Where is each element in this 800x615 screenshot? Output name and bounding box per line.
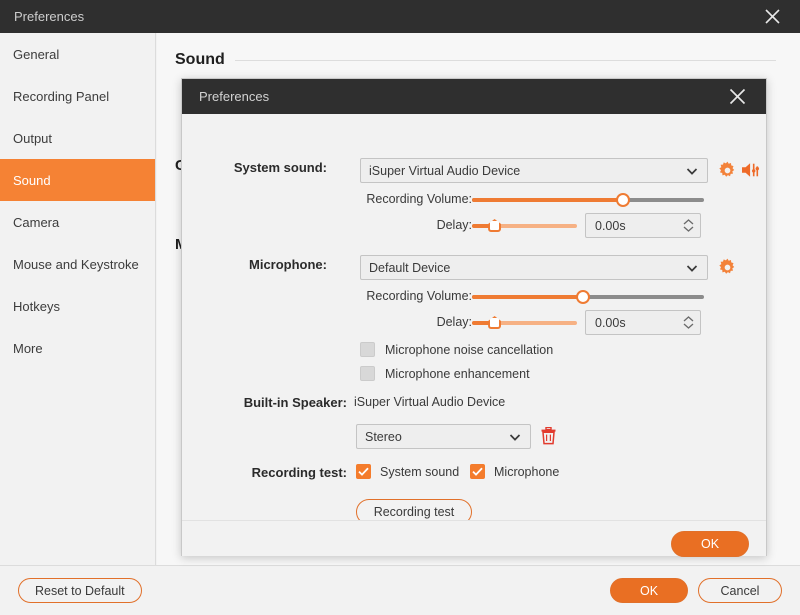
option-label: Microphone enhancement [385,366,530,381]
speaker-channel-select[interactable]: Stereo [356,424,531,449]
sidebar-item-sound[interactable]: Sound [0,159,155,201]
microphone-label: Microphone: [249,257,327,272]
window-footer: Reset to Default OK Cancel [0,565,800,615]
system-sound-delay-input[interactable]: 0.00s [585,213,701,238]
sidebar-item-label: Sound [13,172,51,188]
microphone-delay-value: 0.00s [595,315,626,330]
cancel-button[interactable]: Cancel [698,578,782,603]
sidebar-item-recording-panel[interactable]: Recording Panel [0,75,155,117]
checkbox-icon[interactable] [356,464,371,479]
chevron-down-icon [509,433,521,441]
check-icon [358,467,369,476]
close-icon [729,88,745,105]
checkbox-icon[interactable] [360,366,375,381]
sidebar-item-label: More [13,340,43,356]
microphone-device-select[interactable]: Default Device [360,255,708,280]
preferences-window: Preferences General Recording Panel Outp… [0,0,800,615]
slider-thumb[interactable] [576,290,591,304]
sidebar-item-mouse-and-keystroke[interactable]: Mouse and Keystroke [0,243,155,285]
slider-thumb[interactable] [615,193,630,207]
option-label: Microphone [494,464,560,479]
slider-fill [472,295,584,299]
microphone-settings-button[interactable] [716,256,738,278]
section-heading-sound: Sound [175,51,776,69]
chevron-down-icon [686,167,698,175]
microphone-delay-input[interactable]: 0.00s [585,310,701,335]
dialog-title-bar: Preferences [182,79,766,114]
microphone-delay-label: Delay: [436,315,472,329]
microphone-volume-slider[interactable] [472,290,704,304]
microphone-enhancement-option[interactable]: Microphone enhancement [360,366,530,381]
slider-thumb[interactable] [488,316,502,329]
sound-preferences-dialog: Preferences System sound: iSuper Virtual… [181,78,767,557]
checkbox-icon[interactable] [470,464,485,479]
sidebar-item-label: General [13,46,60,62]
builtin-speaker-label: Built-in Speaker: [243,395,347,410]
system-sound-delay-value: 0.00s [595,218,626,233]
system-sound-device-value: iSuper Virtual Audio Device [369,163,521,178]
dialog-ok-button[interactable]: OK [671,531,749,557]
gear-icon [718,258,734,274]
delete-speaker-button[interactable] [538,425,558,447]
system-sound-device-select[interactable]: iSuper Virtual Audio Device [360,158,708,183]
sidebar-item-label: Output [13,130,53,146]
sidebar: General Recording Panel Output Sound Cam… [0,33,156,565]
builtin-speaker-device-value: iSuper Virtual Audio Device [354,395,506,409]
sidebar-item-camera[interactable]: Camera [0,201,155,243]
system-sound-volume-slider[interactable] [472,193,704,207]
sidebar-item-general[interactable]: General [0,33,155,75]
microphone-noise-cancellation-option[interactable]: Microphone noise cancellation [360,342,553,357]
sidebar-item-label: Recording Panel [13,88,110,104]
system-sound-volume-button[interactable] [740,159,762,181]
system-sound-delay-slider[interactable] [472,219,577,233]
window-title-bar: Preferences [0,0,800,33]
system-sound-settings-button[interactable] [716,159,738,181]
gear-icon [718,161,734,177]
trash-icon [541,427,555,445]
sidebar-item-label: Hotkeys [13,298,60,314]
dialog-body: System sound: iSuper Virtual Audio Devic… [182,114,766,525]
check-icon [472,467,483,476]
checkbox-icon[interactable] [360,342,375,357]
microphone-delay-slider[interactable] [472,316,577,330]
slider-fill [472,198,623,202]
sidebar-item-label: Camera [13,214,60,230]
system-sound-volume-label: Recording Volume: [366,192,472,206]
recording-test-label: Recording test: [251,465,347,480]
recording-test-microphone-option[interactable]: Microphone [470,464,559,479]
dialog-close-button[interactable] [718,79,756,114]
window-title: Preferences [14,9,85,24]
reset-to-default-button[interactable]: Reset to Default [18,578,142,603]
system-sound-label: System sound: [233,160,327,175]
speaker-channel-value: Stereo [365,429,402,444]
ok-button[interactable]: OK [610,578,688,603]
dialog-footer: OK [182,520,766,557]
sidebar-item-more[interactable]: More [0,327,155,369]
option-label: System sound [380,464,460,479]
system-sound-delay-label: Delay: [436,218,472,232]
speaker-volume-icon [742,163,760,177]
section-title: Sound [175,51,225,68]
sidebar-item-label: Mouse and Keystroke [13,256,139,272]
microphone-volume-label: Recording Volume: [366,289,472,303]
recording-test-system-sound-option[interactable]: System sound [356,464,459,479]
stepper-arrows-icon[interactable] [683,316,694,329]
heading-rule [234,59,776,61]
option-label: Microphone noise cancellation [385,342,554,357]
chevron-down-icon [686,264,698,272]
slider-thumb[interactable] [488,219,502,232]
dialog-title: Preferences [199,89,270,104]
sidebar-item-output[interactable]: Output [0,117,155,159]
microphone-device-value: Default Device [369,260,451,275]
stepper-arrows-icon[interactable] [683,219,694,232]
sidebar-item-hotkeys[interactable]: Hotkeys [0,285,155,327]
close-icon [764,9,780,24]
window-close-button[interactable] [744,0,800,33]
